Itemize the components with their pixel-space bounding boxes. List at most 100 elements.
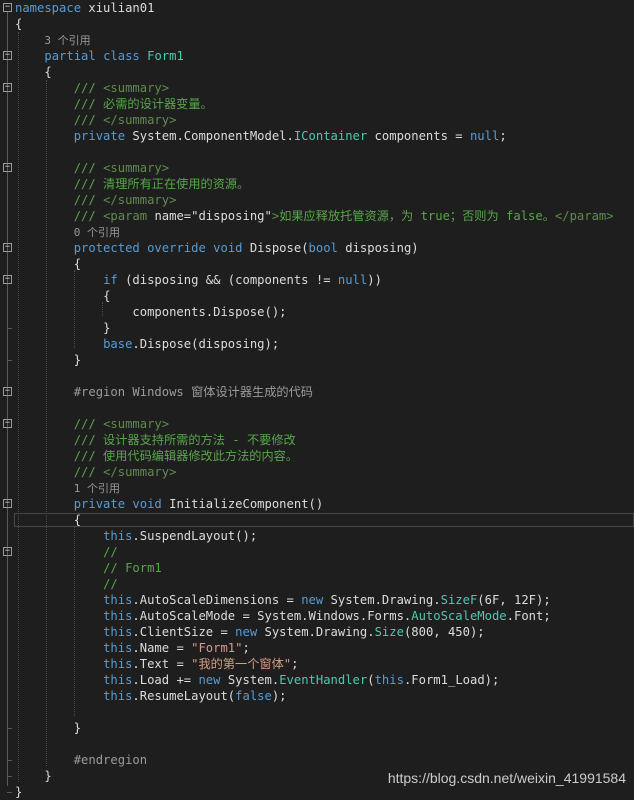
code-line-dispose-signature[interactable]: − protected override void Dispose(bool d…	[0, 240, 634, 256]
token-plain: ;	[291, 657, 299, 671]
token-plain: );	[271, 689, 287, 703]
code-line-blank-2[interactable]	[0, 368, 634, 384]
collapse-toggle-icon[interactable]: −	[3, 163, 12, 172]
token-keyword: null	[469, 129, 500, 143]
code-line-comment-slash-2[interactable]: //	[0, 576, 634, 592]
code-line-blank-3[interactable]	[0, 400, 634, 416]
token-plain: .SuspendLayout();	[132, 529, 258, 543]
code-line-components-dispose-call[interactable]: components.Dispose();	[0, 304, 634, 320]
code-text: private void InitializeComponent()	[15, 496, 324, 512]
code-line-namespace-declaration[interactable]: − namespace xiulian01	[0, 0, 634, 16]
token-plain: }	[73, 721, 82, 735]
code-line-client-size[interactable]: this.ClientSize = new System.Drawing.Siz…	[0, 624, 634, 640]
collapse-toggle-icon[interactable]: −	[3, 243, 12, 252]
code-line-initialize-open-brace[interactable]: {	[0, 512, 634, 528]
code-line-codelens-initialize[interactable]: 1 个引用	[0, 480, 634, 496]
code-editor[interactable]: − namespace xiulian01{ 3 个引用 − partial cla…	[0, 0, 634, 799]
token-keyword: bool	[308, 241, 338, 255]
token-plain: }	[15, 785, 23, 799]
code-text: this.Name = "Form1";	[15, 640, 250, 656]
code-line-xmldoc-components-text[interactable]: /// 必需的设计器变量。	[0, 96, 634, 112]
token-keyword: void	[213, 241, 243, 255]
codelens-reference-count[interactable]: 0 个引用	[15, 224, 120, 241]
collapse-toggle-icon[interactable]: −	[3, 547, 12, 556]
code-line-class-open-brace[interactable]: {	[0, 64, 634, 80]
code-text: this.Text = "我的第一个窗体";	[15, 656, 298, 672]
token-plain: ))	[367, 273, 382, 287]
token-comment: //	[103, 577, 118, 591]
code-line-blank-5[interactable]	[0, 736, 634, 752]
code-line-initialize-signature[interactable]: − private void InitializeComponent()	[0, 496, 634, 512]
code-line-namespace-close-brace[interactable]: }	[0, 784, 634, 800]
code-line-region-end[interactable]: #endregion	[0, 752, 634, 768]
code-line-load-handler[interactable]: this.Load += new System.EventHandler(thi…	[0, 672, 634, 688]
code-line-xmldoc-dispose-summary-open[interactable]: − /// <summary>	[0, 160, 634, 176]
collapse-toggle-icon[interactable]: −	[3, 3, 12, 12]
token-plain: System.Drawing.	[257, 625, 375, 639]
code-line-codelens-dispose[interactable]: 0 个引用	[0, 224, 634, 240]
token-xmldoc: <param	[103, 209, 155, 223]
code-line-xmldoc-init-summary-close[interactable]: /// </summary>	[0, 464, 634, 480]
code-line-comment-form1[interactable]: // Form1	[0, 560, 634, 576]
code-line-region-start[interactable]: − #region Windows 窗体设计器生成的代码	[0, 384, 634, 400]
token-comment: /// 使用代码编辑器修改此方法的内容。	[73, 449, 299, 463]
code-line-base-dispose-call[interactable]: base.Dispose(disposing);	[0, 336, 634, 352]
code-line-initialize-close-brace[interactable]: }	[0, 720, 634, 736]
code-line-if-close-brace[interactable]: }	[0, 320, 634, 336]
code-text: /// <summary>	[15, 416, 169, 432]
code-line-autoscale-dimensions[interactable]: this.AutoScaleDimensions = new System.Dr…	[0, 592, 634, 608]
code-line-name-assignment[interactable]: this.Name = "Form1";	[0, 640, 634, 656]
token-keyword: false	[235, 689, 272, 703]
collapse-toggle-icon[interactable]: −	[3, 419, 12, 428]
collapse-toggle-icon[interactable]: −	[3, 275, 12, 284]
fold-end-tick	[7, 728, 12, 729]
collapse-toggle-icon[interactable]: −	[3, 499, 12, 508]
token-plain: System.	[220, 673, 280, 687]
code-line-if-statement[interactable]: − if (disposing && (components != null))	[0, 272, 634, 288]
token-plain: System.ComponentModel.	[125, 129, 294, 143]
code-line-text-assignment[interactable]: this.Text = "我的第一个窗体";	[0, 656, 634, 672]
token-plain: .Name =	[132, 641, 192, 655]
code-line-dispose-close-brace[interactable]: }	[0, 352, 634, 368]
token-comment: ///	[73, 417, 104, 431]
code-line-resume-layout[interactable]: this.ResumeLayout(false);	[0, 688, 634, 704]
code-line-codelens-form1[interactable]: 3 个引用	[0, 32, 634, 48]
codelens-reference-count[interactable]: 1 个引用	[15, 480, 120, 497]
code-line-xmldoc-summary-close[interactable]: /// </summary>	[0, 112, 634, 128]
token-xmldoc: <summary>	[103, 417, 170, 431]
code-line-blank-4[interactable]	[0, 704, 634, 720]
token-keyword: this	[103, 673, 133, 687]
code-line-dispose-open-brace[interactable]: {	[0, 256, 634, 272]
token-keyword: this	[103, 641, 133, 655]
code-line-xmldoc-summary-open[interactable]: − /// <summary>	[0, 80, 634, 96]
code-line-xmldoc-init-text-2[interactable]: /// 使用代码编辑器修改此方法的内容。	[0, 448, 634, 464]
code-line-xmldoc-param[interactable]: /// <param name="disposing">如果应释放托管资源，为 …	[0, 208, 634, 224]
code-text: /// <summary>	[15, 160, 169, 176]
collapse-toggle-icon[interactable]: −	[3, 387, 12, 396]
token-keyword: private	[73, 129, 126, 143]
token-xmldoc: <summary>	[103, 161, 170, 175]
code-line-xmldoc-init-summary-open[interactable]: − /// <summary>	[0, 416, 634, 432]
code-line-autoscale-mode[interactable]: this.AutoScaleMode = System.Windows.Form…	[0, 608, 634, 624]
code-line-xmldoc-dispose-text[interactable]: /// 清理所有正在使用的资源。	[0, 176, 634, 192]
code-line-comment-slash-1[interactable]: − //	[0, 544, 634, 560]
code-line-xmldoc-dispose-summary-close[interactable]: /// </summary>	[0, 192, 634, 208]
code-line-components-field[interactable]: private System.ComponentModel.IContainer…	[0, 128, 634, 144]
code-line-if-open-brace[interactable]: {	[0, 288, 634, 304]
token-type: IContainer	[293, 129, 368, 143]
code-line-suspend-layout[interactable]: this.SuspendLayout();	[0, 528, 634, 544]
token-plain: .AutoScaleDimensions =	[132, 593, 302, 607]
token-keyword: this	[103, 529, 133, 543]
code-line-namespace-open-brace[interactable]: {	[0, 16, 634, 32]
code-text: /// 使用代码编辑器修改此方法的内容。	[15, 448, 298, 464]
token-codelens: 1 个引用	[73, 482, 120, 495]
code-line-class-declaration[interactable]: − partial class Form1	[0, 48, 634, 64]
codelens-reference-count[interactable]: 3 个引用	[15, 32, 90, 49]
token-plain: ;	[242, 641, 250, 655]
code-line-xmldoc-init-text-1[interactable]: /// 设计器支持所需的方法 - 不要修改	[0, 432, 634, 448]
collapse-toggle-icon[interactable]: −	[3, 51, 12, 60]
code-line-blank-1[interactable]	[0, 144, 634, 160]
collapse-toggle-icon[interactable]: −	[3, 83, 12, 92]
fold-end-tick	[7, 792, 12, 793]
token-plain: .Font;	[506, 609, 551, 623]
